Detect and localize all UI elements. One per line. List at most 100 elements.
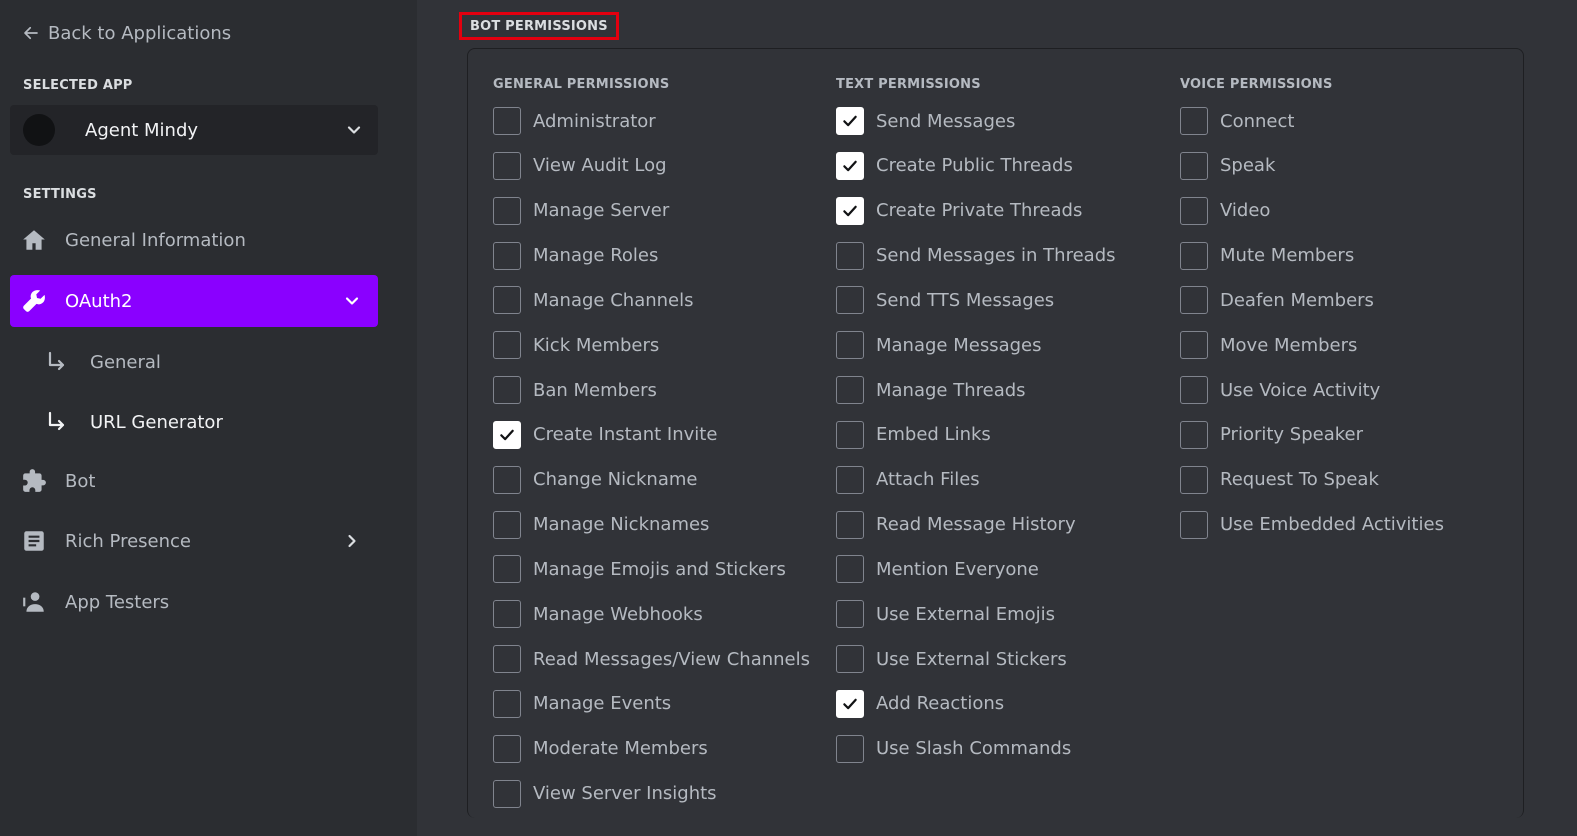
permission-row[interactable]: Embed Links	[836, 420, 1116, 450]
permission-checkbox[interactable]	[1180, 465, 1208, 494]
permission-checkbox[interactable]	[493, 331, 521, 360]
permission-row[interactable]: Priority Speaker	[1180, 420, 1444, 450]
permission-row[interactable]: Video	[1180, 196, 1444, 226]
permission-checkbox[interactable]	[493, 376, 521, 405]
permission-checkbox[interactable]	[836, 600, 864, 629]
permission-row[interactable]: Attach Files	[836, 465, 1116, 495]
permission-checkbox[interactable]	[493, 286, 521, 315]
permission-checkbox[interactable]	[836, 241, 864, 270]
permission-row[interactable]: Create Private Threads	[836, 196, 1116, 226]
bot-permissions-panel: GENERAL PERMISSIONS Administrator View Au…	[467, 48, 1524, 818]
permission-row[interactable]: View Audit Log	[493, 151, 810, 181]
permission-row[interactable]: Use Voice Activity	[1180, 375, 1444, 405]
permission-row[interactable]: Manage Nicknames	[493, 510, 810, 540]
permission-checkbox[interactable]	[836, 734, 864, 763]
permission-row[interactable]: Mute Members	[1180, 241, 1444, 271]
checkmark-icon	[843, 698, 857, 710]
permission-row[interactable]: Manage Channels	[493, 285, 810, 315]
permission-checkbox[interactable]	[1180, 107, 1208, 135]
permission-row[interactable]: Kick Members	[493, 330, 810, 360]
permission-checkbox[interactable]	[836, 645, 864, 674]
permission-checkbox[interactable]	[1180, 286, 1208, 315]
permission-checkbox[interactable]	[836, 465, 864, 494]
permission-checkbox[interactable]	[493, 779, 521, 808]
permission-checkbox[interactable]	[493, 465, 521, 494]
permission-row[interactable]: Manage Server	[493, 196, 810, 226]
sidebar-item-oauth2[interactable]: OAuth2	[10, 275, 378, 327]
permission-checkbox[interactable]	[493, 151, 521, 180]
permission-checkbox[interactable]	[493, 420, 521, 449]
sidebar-item-bot[interactable]: Bot	[10, 455, 378, 507]
permission-label: Use Slash Commands	[876, 738, 1072, 760]
permission-row[interactable]: Send Messages in Threads	[836, 241, 1116, 271]
document-icon	[20, 527, 48, 555]
permission-checkbox[interactable]	[1180, 331, 1208, 360]
permission-row[interactable]: Manage Roles	[493, 241, 810, 271]
permission-row[interactable]: Use External Emojis	[836, 599, 1116, 629]
permission-row[interactable]: Send Messages	[836, 106, 1116, 136]
permission-row[interactable]: Create Instant Invite	[493, 420, 810, 450]
permission-checkbox[interactable]	[493, 107, 521, 135]
sidebar-item-rich-presence[interactable]: Rich Presence	[10, 515, 378, 567]
permission-row[interactable]: Manage Events	[493, 689, 810, 719]
permission-checkbox[interactable]	[1180, 196, 1208, 225]
permission-checkbox[interactable]	[493, 734, 521, 763]
permission-row[interactable]: Manage Webhooks	[493, 599, 810, 629]
permission-checkbox[interactable]	[836, 555, 864, 584]
permission-row[interactable]: Change Nickname	[493, 465, 810, 495]
permission-checkbox[interactable]	[836, 196, 864, 225]
permission-row[interactable]: Send TTS Messages	[836, 285, 1116, 315]
permission-row[interactable]: Ban Members	[493, 375, 810, 405]
sidebar-item-app-testers[interactable]: App Testers	[10, 576, 378, 628]
permission-checkbox[interactable]	[1180, 376, 1208, 405]
permission-checkbox[interactable]	[493, 196, 521, 225]
text-permissions-column: TEXT PERMISSIONS Send Messages Create Pub…	[836, 77, 1116, 779]
app-selector-dropdown[interactable]: Agent Mindy	[10, 105, 378, 155]
permission-label: Administrator	[533, 110, 656, 132]
permission-row[interactable]: Manage Threads	[836, 375, 1116, 405]
permission-checkbox[interactable]	[1180, 151, 1208, 180]
permission-row[interactable]: Use Embedded Activities	[1180, 510, 1444, 540]
permission-checkbox[interactable]	[1180, 510, 1208, 539]
permission-row[interactable]: Move Members	[1180, 330, 1444, 360]
permission-row[interactable]: Use External Stickers	[836, 644, 1116, 674]
permission-checkbox[interactable]	[836, 689, 864, 718]
permission-row[interactable]: Connect	[1180, 106, 1444, 136]
permission-checkbox[interactable]	[836, 331, 864, 360]
permission-row[interactable]: Request To Speak	[1180, 465, 1444, 495]
sidebar-subitem-general[interactable]: General	[44, 340, 378, 384]
permission-row[interactable]: Moderate Members	[493, 734, 810, 764]
permission-checkbox[interactable]	[836, 107, 864, 135]
permission-checkbox[interactable]	[493, 600, 521, 629]
permission-row[interactable]: Speak	[1180, 151, 1444, 181]
permission-label: Manage Channels	[533, 289, 694, 311]
permission-row[interactable]: Add Reactions	[836, 689, 1116, 719]
permission-row[interactable]: Create Public Threads	[836, 151, 1116, 181]
permission-row[interactable]: Manage Emojis and Stickers	[493, 554, 810, 584]
permission-checkbox[interactable]	[493, 689, 521, 718]
permission-row[interactable]: Read Messages/View Channels	[493, 644, 810, 674]
permission-checkbox[interactable]	[1180, 420, 1208, 449]
permission-row[interactable]: Mention Everyone	[836, 554, 1116, 584]
permission-checkbox[interactable]	[493, 645, 521, 674]
checkmark-icon	[500, 429, 514, 441]
permission-row[interactable]: View Server Insights	[493, 779, 810, 809]
permission-row[interactable]: Read Message History	[836, 510, 1116, 540]
permission-row[interactable]: Use Slash Commands	[836, 734, 1116, 764]
permission-checkbox[interactable]	[493, 555, 521, 584]
permission-checkbox[interactable]	[836, 286, 864, 315]
permission-checkbox[interactable]	[836, 510, 864, 539]
back-to-applications-link[interactable]: Back to Applications	[22, 20, 231, 46]
sidebar-subitem-url-generator[interactable]: URL Generator	[44, 400, 378, 444]
permission-checkbox[interactable]	[836, 420, 864, 449]
permission-checkbox[interactable]	[493, 510, 521, 539]
permission-label: Create Public Threads	[876, 155, 1073, 177]
permission-row[interactable]: Deafen Members	[1180, 285, 1444, 315]
permission-checkbox[interactable]	[1180, 241, 1208, 270]
permission-checkbox[interactable]	[493, 241, 521, 270]
sidebar-item-general-information[interactable]: General Information	[10, 214, 378, 266]
permission-checkbox[interactable]	[836, 151, 864, 180]
permission-checkbox[interactable]	[836, 376, 864, 405]
permission-row[interactable]: Administrator	[493, 106, 810, 136]
permission-row[interactable]: Manage Messages	[836, 330, 1116, 360]
